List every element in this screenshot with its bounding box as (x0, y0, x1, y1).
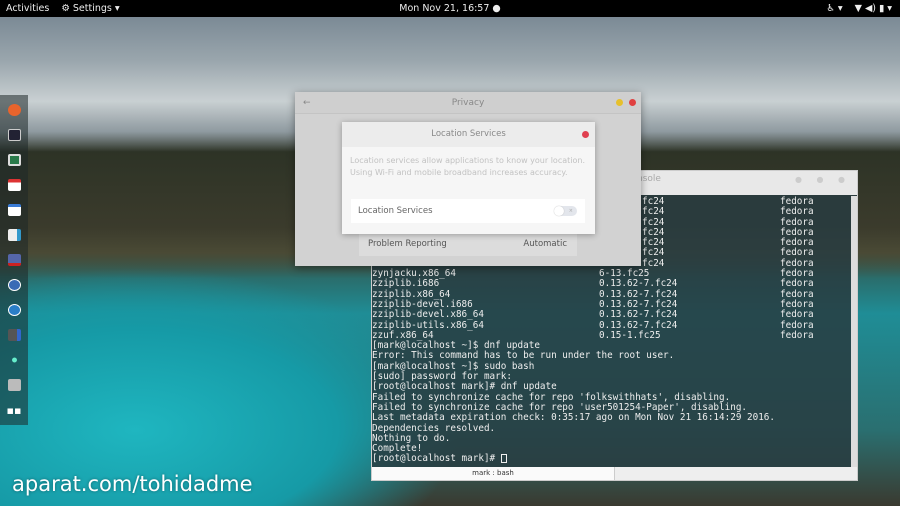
clock[interactable]: Mon Nov 21, 16:57 ● (399, 3, 500, 14)
screenshot-icon[interactable] (6, 251, 22, 269)
top-bar: Activities ⚙ Settings ▾ Mon Nov 21, 16:5… (0, 0, 900, 17)
back-arrow-icon[interactable]: ← (303, 92, 311, 114)
shotwell-icon[interactable] (6, 301, 22, 319)
location-services-dialog: Location Services Location services allo… (342, 122, 595, 234)
notes-icon[interactable] (6, 376, 22, 394)
privacy-titlebar: ← Privacy (295, 92, 641, 114)
package-repo: fedora (780, 329, 814, 341)
terminal-prompt-line: [root@localhost mark]# (372, 454, 851, 464)
location-dialog-title: Location Services (431, 129, 506, 139)
dialog-close-button[interactable] (582, 131, 589, 138)
terminal-icon[interactable] (6, 126, 22, 144)
terminal-scrollbar[interactable] (851, 196, 857, 468)
watermark: aparat.com/tohidadme (12, 472, 253, 496)
files-icon[interactable] (6, 201, 22, 219)
privacy-title: Privacy (451, 98, 485, 108)
system-status-menu[interactable]: ▼ ◀) ▮ ▾ (855, 3, 892, 14)
package-version: 0.15-1.fc25 (599, 329, 661, 341)
terminal-line: Nothing to do. (372, 432, 451, 444)
firefox-icon[interactable] (6, 101, 22, 119)
problem-reporting-row[interactable]: Problem Reporting Automatic (359, 232, 577, 256)
calendar-icon[interactable] (6, 176, 22, 194)
location-description: Location services allow applications to … (350, 156, 585, 177)
rhythmbox-icon[interactable] (6, 151, 22, 169)
dash: ▪▪ (0, 95, 28, 425)
terminal-tab-bar: mark : bash (372, 467, 857, 480)
software-icon[interactable] (6, 226, 22, 244)
prompt: [root@localhost mark]# (372, 453, 501, 465)
terminal-line: Last metadata expiration check: 0:35:17 … (372, 412, 775, 424)
accessibility-menu[interactable]: ♿ ▾ (826, 3, 842, 14)
close-button[interactable] (629, 99, 636, 106)
minimize-button[interactable] (616, 99, 623, 106)
cursor (500, 454, 507, 464)
gimp-icon[interactable] (6, 326, 22, 344)
settings-icon[interactable] (6, 351, 22, 369)
location-services-label: Location Services (358, 206, 433, 216)
location-services-row[interactable]: Location Services × (351, 199, 585, 223)
settings-app-menu[interactable]: ⚙ Settings ▾ (61, 3, 119, 14)
problem-reporting-value: Automatic (523, 239, 567, 249)
terminal-tab[interactable]: mark : bash (372, 467, 615, 480)
location-dialog-titlebar: Location Services (342, 122, 595, 147)
location-services-toggle[interactable]: × (554, 206, 577, 216)
problem-reporting-label: Problem Reporting (368, 239, 447, 249)
activities-button[interactable]: Activities (6, 3, 49, 14)
videos-icon[interactable] (6, 276, 22, 294)
show-applications-icon[interactable]: ▪▪ (6, 401, 22, 419)
window-buttons[interactable]: ● ● ● (795, 175, 851, 184)
